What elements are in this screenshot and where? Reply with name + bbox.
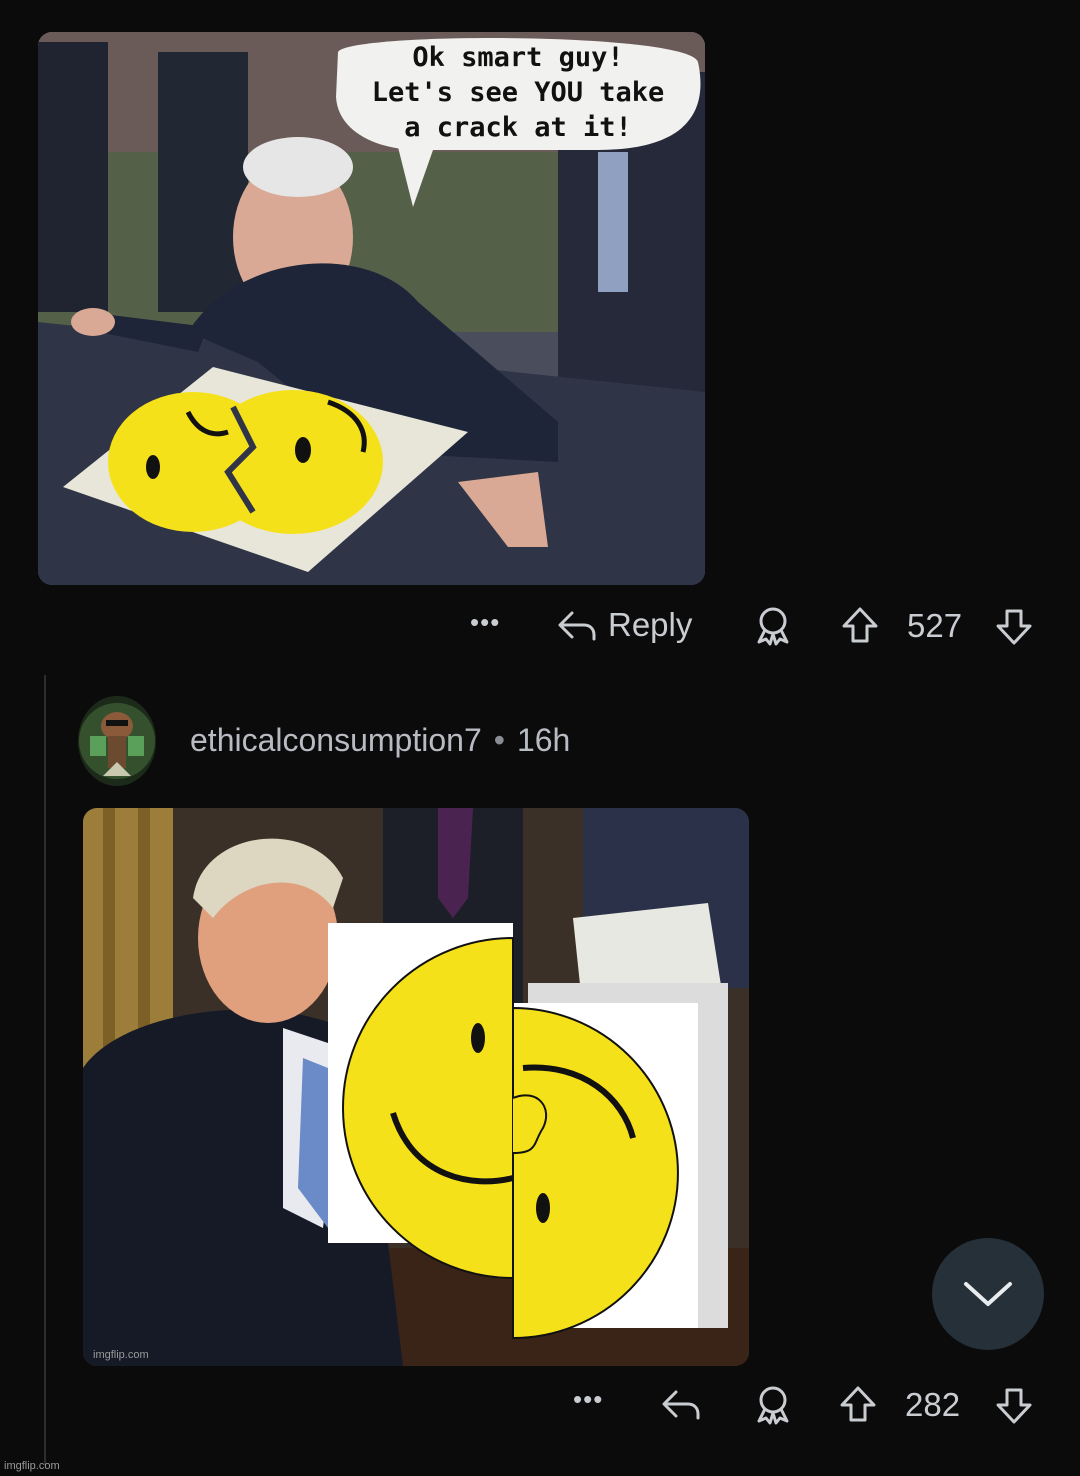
thread-line[interactable] xyxy=(44,675,46,1465)
comment-2-meta: ethicalconsumption7 • 16h xyxy=(190,722,570,759)
scroll-down-button[interactable] xyxy=(932,1238,1044,1350)
speech-bubble-line-2: Let's see YOU take xyxy=(372,77,665,108)
more-options-button[interactable]: ••• xyxy=(573,1384,603,1415)
upvote-button[interactable] xyxy=(838,1384,878,1424)
username-link[interactable]: ethicalconsumption7 xyxy=(190,722,482,758)
award-button[interactable] xyxy=(752,605,794,647)
avatar[interactable] xyxy=(78,696,156,786)
award-icon xyxy=(757,607,789,646)
downvote-icon xyxy=(996,609,1032,645)
upvote-icon xyxy=(842,607,878,643)
comment-2-action-bar: ••• 282 xyxy=(0,1374,1080,1434)
comment-thread: Ok smart guy! Let's see YOU take a crack… xyxy=(0,0,1080,1476)
more-options-icon: ••• xyxy=(470,607,501,637)
more-options-icon: ••• xyxy=(573,1384,604,1414)
downvote-icon xyxy=(996,1388,1032,1424)
image-credit: imgflip.com xyxy=(93,1349,149,1361)
more-options-button[interactable]: ••• xyxy=(470,607,500,638)
reply-button[interactable] xyxy=(660,1384,702,1424)
award-icon xyxy=(757,1386,789,1425)
meta-separator: • xyxy=(493,722,505,758)
vote-score-value: 527 xyxy=(907,607,963,644)
chevron-down-icon xyxy=(964,1282,1012,1306)
comment-1-action-bar: ••• Reply 527 xyxy=(0,597,1080,657)
reply-button[interactable]: Reply xyxy=(556,605,692,645)
award-button[interactable] xyxy=(752,1384,794,1426)
downvote-button[interactable] xyxy=(994,1386,1034,1426)
comment-age: 16h xyxy=(516,722,571,758)
vote-score: 527 xyxy=(907,607,962,645)
reply-icon xyxy=(662,1390,700,1420)
upvote-button[interactable] xyxy=(840,605,880,645)
speech-bubble-line-3: a crack at it! xyxy=(404,112,632,143)
reply-icon xyxy=(558,611,596,641)
vote-score-value: 282 xyxy=(905,1386,961,1423)
reply-label: Reply xyxy=(608,606,693,643)
vote-score: 282 xyxy=(905,1386,960,1424)
downvote-button[interactable] xyxy=(994,607,1034,647)
upvote-icon xyxy=(840,1386,876,1422)
comment-image-meme-2[interactable]: imgflip.com xyxy=(83,808,749,1366)
comment-image-meme-1[interactable]: Ok smart guy! Let's see YOU take a crack… xyxy=(38,32,705,585)
imgflip-watermark: imgflip.com xyxy=(4,1460,60,1472)
speech-bubble-line-1: Ok smart guy! xyxy=(412,42,623,73)
